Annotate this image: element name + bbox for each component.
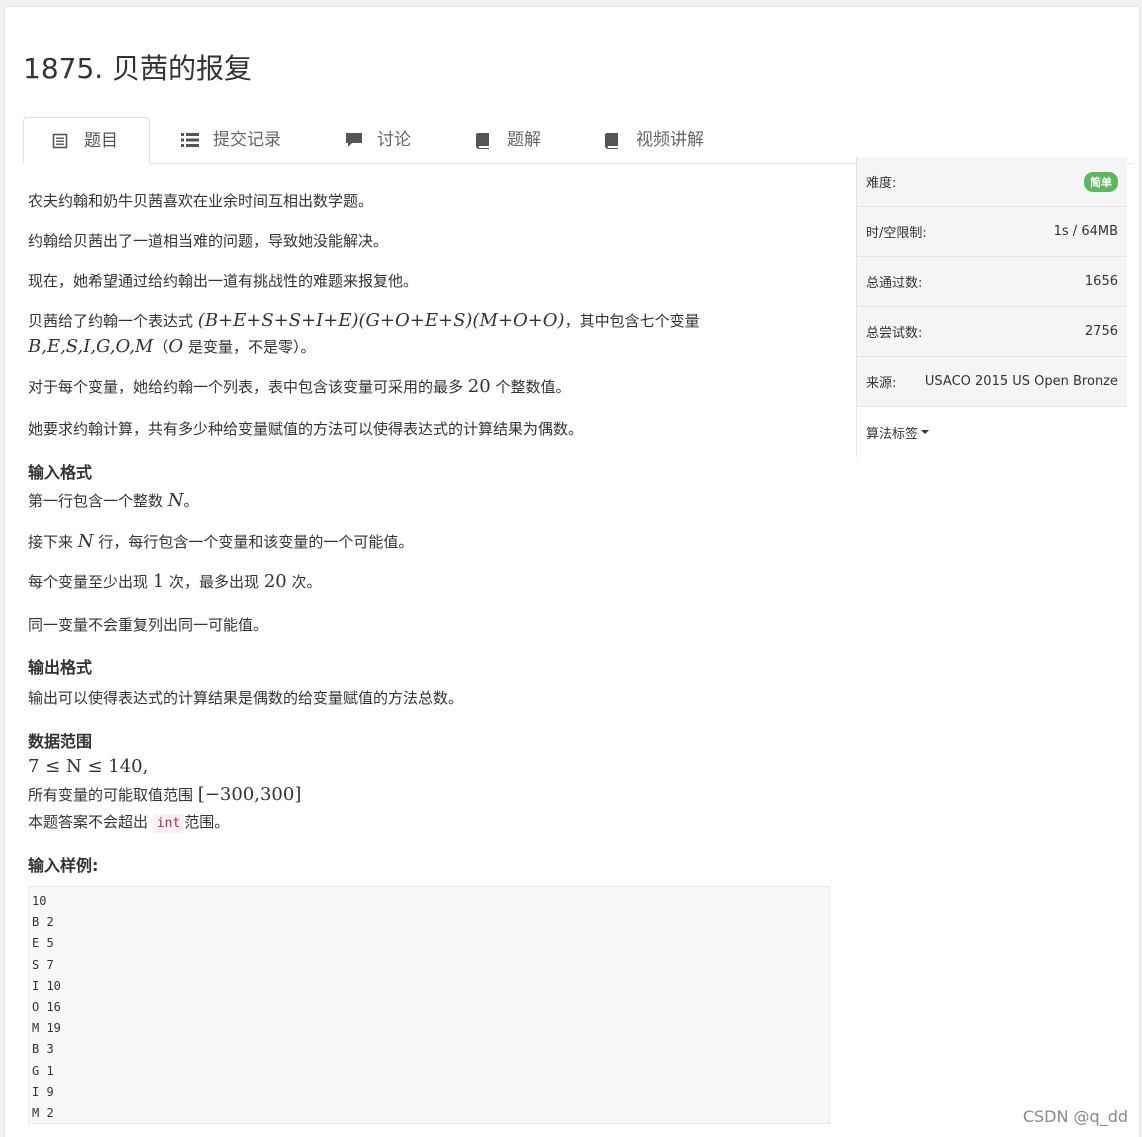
inline-code: int <box>152 814 185 833</box>
text: 对于每个变量，她给约翰一个列表，表中包含该变量可采用的最多 <box>28 378 464 396</box>
text: 个整数值。 <box>495 378 571 396</box>
math-number: 20 <box>467 376 491 397</box>
difficulty-label: 难度: <box>866 176 897 191</box>
input-paragraph: 第一行包含一个整数 N。 <box>28 490 199 511</box>
input-paragraph: 接下来 N 行，每行包含一个变量和该变量的一个可能值。 <box>28 531 413 552</box>
tab-solutions[interactable]: 题解 <box>447 117 569 163</box>
sample-input-heading: 输入样例: <box>28 856 99 875</box>
watermark: CSDN @q_dd <box>1022 1107 1128 1126</box>
tab-solutions-label: 题解 <box>507 130 541 150</box>
passed-row: 总通过数: 1656 <box>857 257 1127 307</box>
tab-submissions[interactable]: 提交记录 <box>153 117 309 163</box>
math-variable: N <box>77 531 94 552</box>
text: 所有变量的可能取值范围 <box>28 786 194 804</box>
statement-paragraph: 农夫约翰和奶牛贝茜喜欢在业余时间互相出数学题。 <box>28 192 374 210</box>
text: ，其中包含七个变量 <box>564 312 700 330</box>
tried-label: 总尝试数: <box>866 326 923 341</box>
tags-label: 算法标签 <box>866 426 919 442</box>
tried-row: 总尝试数: 2756 <box>857 307 1127 357</box>
text: 第一行包含一个整数 <box>28 492 164 510</box>
source-row: 来源: USACO 2015 US Open Bronze <box>857 357 1127 407</box>
range-line: 7 ≤ N ≤ 140, <box>28 756 148 777</box>
math-number: 1 <box>152 571 165 592</box>
statement-paragraph: B,E,S,I,G,O,M（O 是变量，不是零）。 <box>28 336 315 357</box>
problem-info-sidebar: 难度: 简单 时/空限制: 1s / 64MB 总通过数: 1656 总尝试数:… <box>856 157 1127 457</box>
tab-problem[interactable]: 题目 <box>23 117 150 164</box>
math-variable: O <box>168 336 184 357</box>
statement-paragraph: 对于每个变量，她给约翰一个列表，表中包含该变量可采用的最多 20 个整数值。 <box>28 376 571 397</box>
text: 范围。 <box>184 813 230 831</box>
text: 次，最多出现 <box>169 573 260 591</box>
tab-submissions-label: 提交记录 <box>213 130 281 150</box>
text: 。 <box>183 492 199 510</box>
source-value[interactable]: USACO 2015 US Open Bronze <box>925 374 1118 389</box>
tab-problem-label: 题目 <box>84 130 118 151</box>
range-line: 本题答案不会超出 int 范围。 <box>28 811 230 833</box>
math-expression: (B+E+S+S+I+E)(G+O+E+S)(M+O+O) <box>197 310 565 331</box>
tags-dropdown[interactable]: 算法标签 <box>857 407 1127 457</box>
comment-icon <box>345 132 365 148</box>
page-title: 1875. 贝茜的报复 <box>23 52 253 85</box>
text: 贝茜给了约翰一个表达式 <box>28 312 194 330</box>
document-list-icon <box>52 133 72 149</box>
limit-row: 时/空限制: 1s / 64MB <box>857 207 1127 257</box>
text: 接下来 <box>28 533 74 551</box>
input-paragraph: 每个变量至少出现 1 次，最多出现 20 次。 <box>28 571 322 592</box>
output-format-heading: 输出格式 <box>28 658 93 677</box>
text: （ <box>153 338 169 356</box>
statement-paragraph: 现在，她希望通过给约翰出一道有挑战性的难题来报复他。 <box>28 272 419 290</box>
statement-paragraph: 她要求约翰计算，共有多少种给变量赋值的方法可以使得表达式的计算结果为偶数。 <box>28 420 584 438</box>
book-icon <box>604 132 624 149</box>
tried-value: 2756 <box>1084 324 1118 339</box>
math-range: 7 ≤ N ≤ 140, <box>28 756 149 777</box>
book-icon <box>475 132 495 149</box>
output-paragraph: 输出可以使得表达式的计算结果是偶数的给变量赋值的方法总数。 <box>28 689 464 707</box>
math-variables: B,E,S,I,G,O,M <box>28 336 154 357</box>
text: 每个变量至少出现 <box>28 573 149 591</box>
tab-discussion-label: 讨论 <box>377 130 411 150</box>
list-icon <box>181 132 201 148</box>
data-range-heading: 数据范围 <box>28 732 93 751</box>
math-number: 20 <box>263 571 287 592</box>
tab-discussion[interactable]: 讨论 <box>317 117 439 163</box>
statement-paragraph: 约翰给贝茜出了一道相当难的问题，导致她没能解决。 <box>28 232 389 250</box>
text: 是变量，不是零）。 <box>187 338 316 356</box>
range-line: 所有变量的可能取值范围 [−300,300] <box>28 784 301 805</box>
passed-value: 1656 <box>1084 274 1118 289</box>
text: 行，每行包含一个变量和该变量的一个可能值。 <box>98 533 414 551</box>
math-interval: [−300,300] <box>197 784 302 805</box>
text: 次。 <box>291 573 322 591</box>
input-paragraph: 同一变量不会重复列出同一可能值。 <box>28 616 269 634</box>
text: 本题答案不会超出 <box>28 813 149 831</box>
limit-value: 1s / 64MB <box>1053 224 1118 239</box>
source-label: 来源: <box>866 376 897 391</box>
difficulty-badge: 简单 <box>1084 171 1118 192</box>
difficulty-row: 难度: 简单 <box>857 157 1127 207</box>
input-format-heading: 输入格式 <box>28 463 93 482</box>
tab-video[interactable]: 视频讲解 <box>576 117 732 163</box>
math-variable: N <box>167 490 184 511</box>
statement-paragraph: 贝茜给了约翰一个表达式 (B+E+S+S+I+E)(G+O+E+S)(M+O+O… <box>28 310 700 331</box>
passed-label: 总通过数: <box>866 276 923 291</box>
limit-label: 时/空限制: <box>866 226 927 241</box>
sample-input-block[interactable]: 10 B 2 E 5 S 7 I 10 O 16 M 19 B 3 G 1 I … <box>28 886 830 1124</box>
caret-down-icon <box>921 430 930 434</box>
tab-video-label: 视频讲解 <box>636 130 704 150</box>
